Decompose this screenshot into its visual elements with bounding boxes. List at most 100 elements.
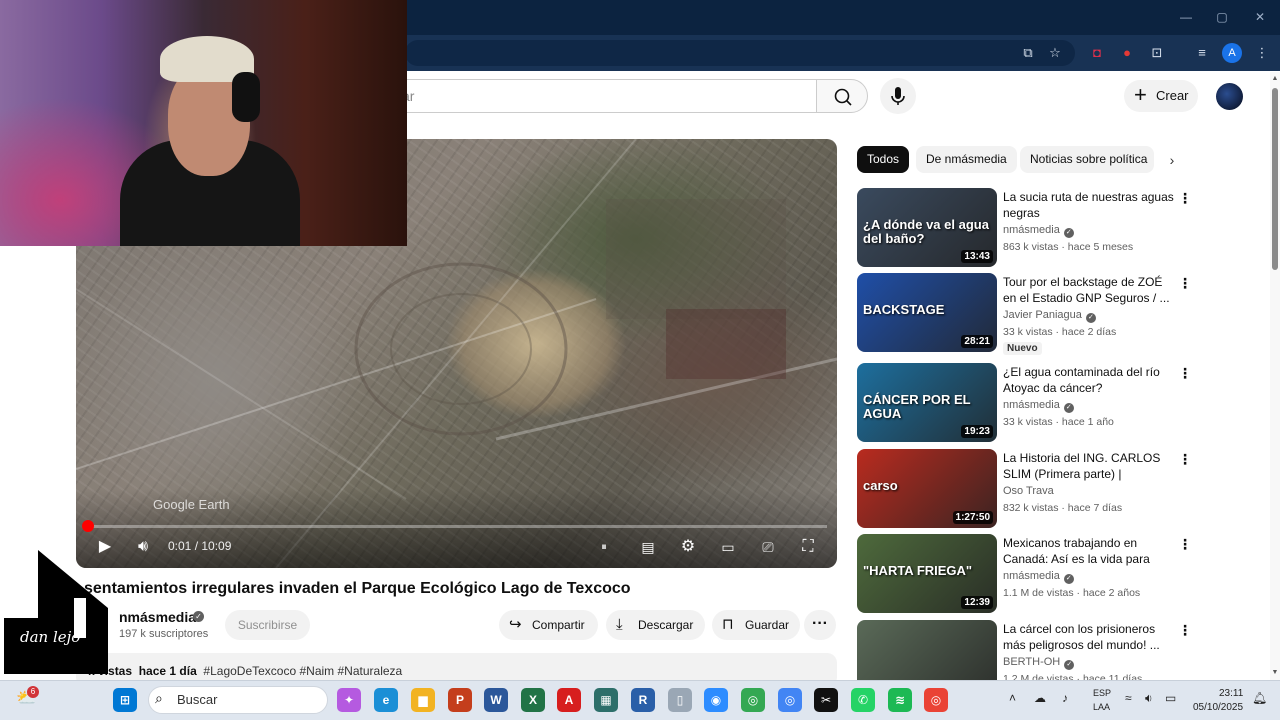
related-channel[interactable]: nmásmedia ✓ xyxy=(1003,570,1074,584)
related-title[interactable]: La Historia del ING. CARLOS SLIM (Primer… xyxy=(1003,450,1175,482)
related-title[interactable]: La sucia ruta de nuestras aguas negras xyxy=(1003,189,1175,221)
edge-icon[interactable]: e xyxy=(374,688,398,712)
cloud-icon[interactable]: ☁ xyxy=(1034,691,1046,705)
related-channel[interactable]: Oso Trava xyxy=(1003,485,1054,497)
search-icon xyxy=(834,88,852,106)
keyboard-layout[interactable]: LAA xyxy=(1093,702,1110,712)
language-indicator[interactable]: ESP xyxy=(1093,688,1111,698)
install-icon[interactable]: ⧉ xyxy=(1018,43,1038,63)
pocket-icon[interactable]: ◘ xyxy=(1087,43,1107,63)
upload-age: hace 1 día xyxy=(138,664,197,678)
chrome-profile-icon[interactable]: ◎ xyxy=(778,688,802,712)
download-button[interactable]: ⤓ Descargar xyxy=(606,610,705,640)
related-title[interactable]: Mexicanos trabajando en Canadá: Así es l… xyxy=(1003,535,1175,567)
settings-gear-icon[interactable]: ⚙ xyxy=(676,536,700,558)
bookmark-star-icon[interactable]: ☆ xyxy=(1045,43,1065,63)
chip-politics[interactable]: Noticias sobre política xyxy=(1020,146,1154,173)
theater-mode-icon[interactable]: ▭ xyxy=(716,536,740,558)
chevron-up-icon[interactable]: ˄ xyxy=(1009,691,1016,705)
battery-icon[interactable]: ▭ xyxy=(1165,691,1176,705)
clock-time[interactable]: 23:11 xyxy=(1219,688,1243,699)
chevron-right-icon[interactable]: › xyxy=(1163,150,1181,170)
powerpoint-icon[interactable]: P xyxy=(448,688,472,712)
related-channel[interactable]: Javier Paniagua ✓ xyxy=(1003,309,1096,323)
word-icon[interactable]: W xyxy=(484,688,508,712)
media-icon[interactable]: ≡ xyxy=(1192,43,1212,63)
subtitles-icon[interactable]: ▤ xyxy=(636,536,660,558)
spotify-icon[interactable]: ≋ xyxy=(888,688,912,712)
capcut-icon[interactable]: ✂ xyxy=(814,688,838,712)
profile-icon[interactable]: A xyxy=(1222,43,1242,63)
volume-icon[interactable]: 🔊︎ xyxy=(132,536,154,558)
close-window-button[interactable]: ✕ xyxy=(1250,8,1270,26)
cast-icon[interactable]: ⎚ xyxy=(756,536,780,558)
wifi-icon[interactable]: ≈ xyxy=(1125,691,1132,705)
related-meta: 33 k vistas · hace 1 año xyxy=(1003,416,1114,428)
related-thumbnail[interactable]: ¿A dónde va el agua del baño? 13:43 xyxy=(857,188,997,267)
avatar[interactable] xyxy=(1216,83,1243,110)
start-icon[interactable]: ⊞ xyxy=(113,688,137,712)
related-title[interactable]: La cárcel con los prisioneros más peligr… xyxy=(1003,621,1175,653)
kebab-menu-icon[interactable]: ⋮ xyxy=(1178,621,1192,639)
scroll-up-icon[interactable]: ▲ xyxy=(1270,74,1280,84)
search-input[interactable]: car xyxy=(382,79,816,113)
taskbar-search[interactable]: Buscar xyxy=(148,686,328,714)
extensions-icon[interactable]: ⊡ xyxy=(1147,43,1167,63)
minimize-button[interactable]: — xyxy=(1176,8,1196,26)
maximize-button[interactable]: ▢ xyxy=(1212,8,1232,26)
hashtags[interactable]: #LagoDeTexcoco #Naim #Naturaleza xyxy=(203,664,402,678)
verified-icon: ✓ xyxy=(1063,574,1074,584)
verified-icon: ✓ xyxy=(1063,403,1074,413)
kebab-menu-icon[interactable]: ⋮ xyxy=(1178,189,1192,207)
save-label: Guardar xyxy=(745,618,790,632)
subscribe-button[interactable]: Suscribirse xyxy=(225,610,310,640)
clock-date[interactable]: 05/10/2025 xyxy=(1193,702,1243,713)
chrome-icon[interactable]: ◎ xyxy=(741,688,765,712)
speaker-icon[interactable]: 🔉︎ xyxy=(1145,691,1153,706)
fullscreen-icon[interactable]: ⛶ xyxy=(796,536,820,558)
save-button[interactable]: ⊓ Guardar xyxy=(712,610,800,640)
progress-bar[interactable] xyxy=(86,525,827,528)
document-icon[interactable]: ▯ xyxy=(668,688,692,712)
kebab-menu-icon[interactable]: ⋮ xyxy=(1178,274,1192,292)
related-channel[interactable]: nmásmedia ✓ xyxy=(1003,399,1074,413)
search-button[interactable] xyxy=(816,79,868,113)
more-actions-button[interactable]: ··· xyxy=(804,610,836,640)
share-button[interactable]: ↪ Compartir xyxy=(499,610,598,640)
extension-red-icon[interactable]: ● xyxy=(1117,43,1137,63)
whatsapp-icon[interactable]: ✆ xyxy=(851,688,875,712)
kebab-menu-icon[interactable]: ⋮ xyxy=(1178,535,1192,553)
related-title[interactable]: Tour por el backstage de ZOÉ en el Estad… xyxy=(1003,274,1175,306)
voice-search-button[interactable] xyxy=(880,78,916,114)
menu-icon[interactable]: ⋮ xyxy=(1252,43,1272,63)
related-thumbnail[interactable]: carso 1:27:50 xyxy=(857,449,997,528)
scrollbar-thumb[interactable] xyxy=(1272,88,1278,270)
copilot-icon[interactable]: ✦ xyxy=(337,688,361,712)
chip-from-channel[interactable]: De nmásmedia xyxy=(916,146,1017,173)
file-explorer-icon[interactable]: ▆ xyxy=(411,688,435,712)
channel-name[interactable]: nmásmedia xyxy=(119,609,196,625)
kebab-menu-icon[interactable]: ⋮ xyxy=(1178,450,1192,468)
acrobat-icon[interactable]: A xyxy=(557,688,581,712)
zoom-icon[interactable]: ◉ xyxy=(704,688,728,712)
related-thumbnail[interactable]: BACKSTAGE 28:21 xyxy=(857,273,997,352)
autoplay-toggle[interactable]: ⏸︎ xyxy=(591,536,617,558)
scroll-down-icon[interactable]: ▼ xyxy=(1270,668,1280,678)
notification-icon[interactable]: 🔔︎ xyxy=(1252,691,1267,705)
related-thumbnail[interactable]: "HARTA FRIEGA" 12:39 xyxy=(857,534,997,613)
microphone-tray-icon[interactable]: ♪ xyxy=(1062,691,1068,705)
r-app-icon[interactable]: R xyxy=(631,688,655,712)
related-channel[interactable]: BERTH-OH ✓ xyxy=(1003,656,1075,670)
related-meta: 1.1 M de vistas · hace 2 años xyxy=(1003,587,1141,599)
related-title[interactable]: ¿El agua contaminada del río Atoyac da c… xyxy=(1003,364,1175,396)
address-bar[interactable] xyxy=(405,40,1075,66)
scrubber-handle[interactable] xyxy=(82,520,94,532)
chrome-alt-icon[interactable]: ◎ xyxy=(924,688,948,712)
excel-icon[interactable]: X xyxy=(521,688,545,712)
sheets-app-icon[interactable]: ▦ xyxy=(594,688,618,712)
kebab-menu-icon[interactable]: ⋮ xyxy=(1178,364,1192,382)
chip-all[interactable]: Todos xyxy=(857,146,910,173)
related-channel[interactable]: nmásmedia ✓ xyxy=(1003,224,1074,238)
thumbnail-text: BACKSTAGE xyxy=(863,302,945,317)
related-thumbnail[interactable]: CÁNCER POR EL AGUA 19:23 xyxy=(857,363,997,442)
